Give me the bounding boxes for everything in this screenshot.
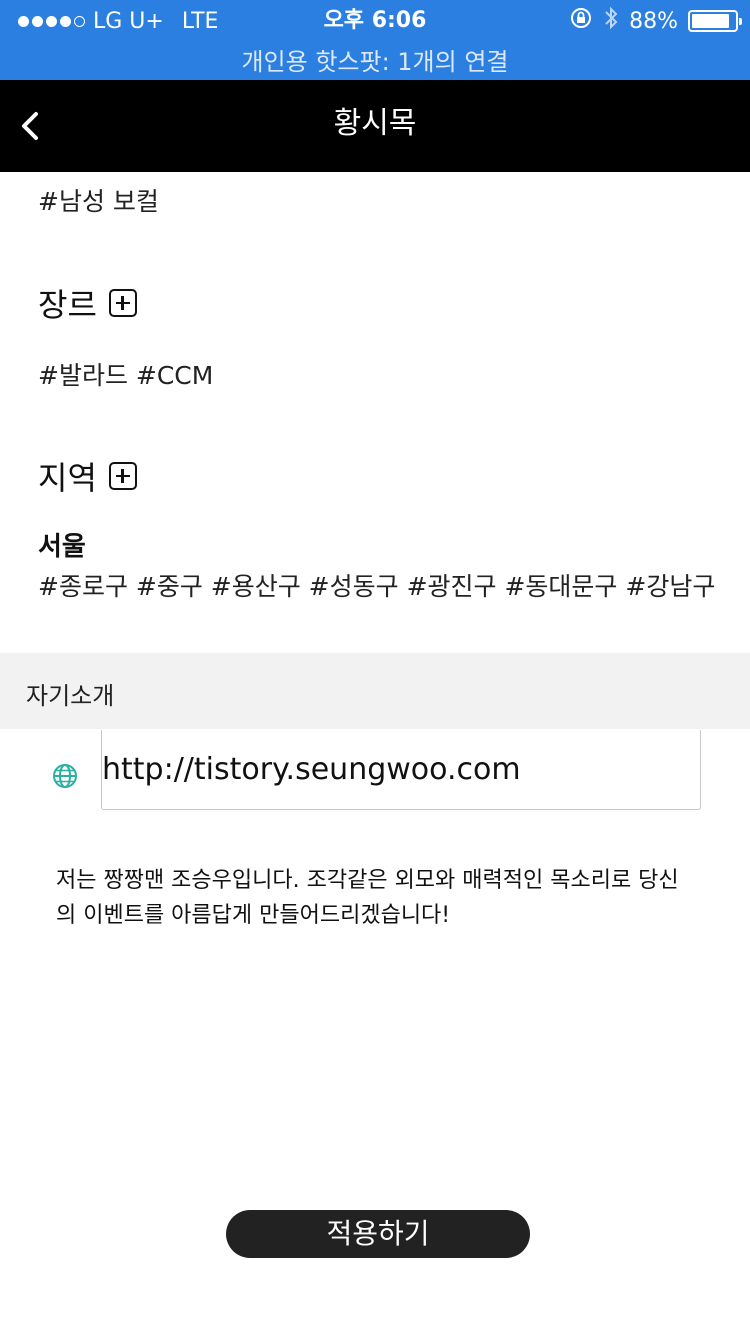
region-title: 지역	[38, 459, 97, 497]
genre-tags: #발라드 #CCM	[38, 361, 214, 390]
intro-section-header: 자기소개	[0, 653, 750, 729]
globe-icon	[53, 764, 77, 788]
battery-percent: 88%	[629, 8, 678, 34]
add-genre-button[interactable]	[108, 289, 137, 317]
apply-button[interactable]: 적용하기	[226, 1210, 530, 1258]
voice-tags: #남성 보컬	[38, 187, 159, 216]
intro-label: 자기소개	[26, 682, 115, 710]
region-district-tags: #종로구 #중구 #용산구 #성동구 #광진구 #동대문구 #강남구	[38, 572, 716, 601]
add-region-button[interactable]	[108, 462, 137, 490]
page-title: 황시목	[333, 106, 417, 141]
nav-bar: 황시목	[0, 80, 750, 172]
battery-icon	[688, 10, 742, 32]
status-bar: LG U+ LTE 오후 6:06 88% 개인용 핫스팟: 1개의 연결	[0, 0, 750, 80]
rotation-lock-icon	[569, 6, 593, 36]
genre-section-title: 장르	[38, 280, 137, 326]
region-city: 서울	[38, 532, 86, 562]
genre-title: 장르	[38, 286, 97, 324]
url-row	[0, 730, 750, 810]
intro-text[interactable]: 저는 짱짱맨 조승우입니다. 조각같은 외모와 매력적인 목소리로 당신의 이벤…	[56, 863, 686, 933]
url-input[interactable]	[101, 730, 701, 810]
region-section-title: 지역	[38, 453, 137, 499]
bluetooth-icon	[603, 5, 619, 37]
hotspot-banner[interactable]: 개인용 핫스팟: 1개의 연결	[0, 42, 750, 77]
